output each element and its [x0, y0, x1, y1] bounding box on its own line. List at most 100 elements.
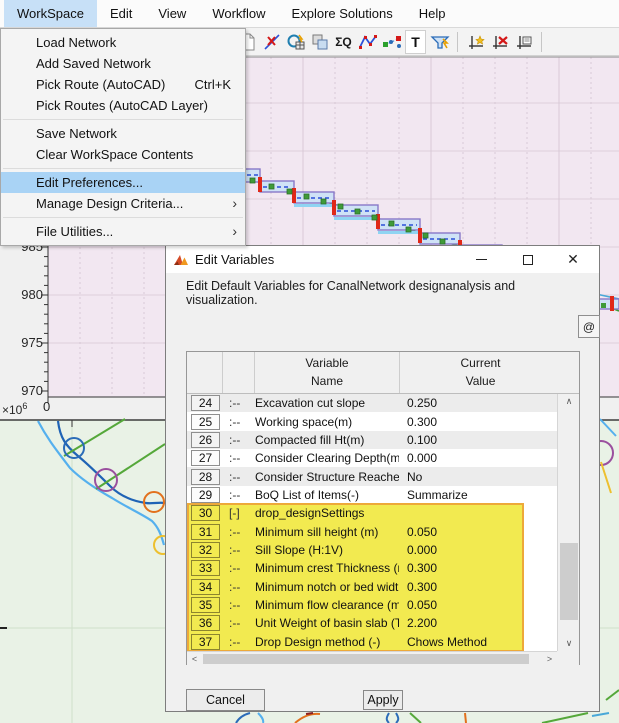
close-button[interactable]: ✕ — [556, 246, 590, 273]
header-variable-name[interactable]: Variable Name — [254, 352, 399, 393]
horizontal-scrollbar[interactable]: < > — [187, 651, 557, 665]
current-value-cell[interactable]: 2.200 — [399, 616, 557, 630]
current-value-cell[interactable]: 0.000 — [399, 451, 557, 465]
vertical-scroll-thumb[interactable] — [560, 543, 578, 621]
variable-name-cell[interactable]: Consider Structure Reaches... — [254, 470, 399, 484]
table-row-33[interactable]: 33:-- Minimum crest Thickness (m) 0.300 — [187, 559, 557, 578]
table-row-34[interactable]: 34:-- Minimum notch or bed width ...0.300 — [187, 577, 557, 596]
row-number-cell[interactable]: 36 — [191, 615, 220, 632]
table-row-31[interactable]: 31:-- Minimum sill height (m) 0.050 — [187, 522, 557, 541]
menu-item-manage-design-criteria[interactable]: Manage Design Criteria... › — [1, 193, 245, 214]
table-row-32[interactable]: 32:-- Sill Slope (H:1V) 0.000 — [187, 540, 557, 560]
menu-edit[interactable]: Edit — [97, 0, 145, 27]
variable-name-cell[interactable]: Minimum crest Thickness (m) — [254, 561, 399, 575]
scroll-up-icon[interactable]: ∧ — [558, 394, 580, 409]
table-row-30[interactable]: 30 [-] drop_designSettings — [187, 504, 557, 523]
node-network-icon[interactable] — [381, 30, 402, 54]
row-number-cell[interactable]: 32 — [191, 542, 220, 559]
row-type-cell: :-- — [229, 414, 241, 429]
table-row-36[interactable]: 36:-- Unit Weight of basin slab (To...2.2… — [187, 614, 557, 633]
delete-axes-icon[interactable] — [489, 30, 510, 54]
menu-help[interactable]: Help — [406, 0, 459, 27]
current-value-cell[interactable]: Chows Method — [399, 635, 557, 649]
table-row-35[interactable]: 35:-- Minimum flow clearance (m) 0.050 — [187, 595, 557, 615]
variable-name-cell[interactable]: Minimum flow clearance (m) — [254, 598, 399, 612]
variable-name-cell[interactable]: drop_designSettings — [254, 506, 399, 520]
header-current-value[interactable]: Current Value — [399, 352, 561, 393]
row-number-cell[interactable]: 35 — [191, 597, 220, 614]
text-annotation-icon[interactable]: T — [405, 29, 426, 54]
scroll-right-icon[interactable]: > — [542, 652, 557, 666]
current-value-cell[interactable]: 0.300 — [399, 415, 557, 429]
add-axes-icon[interactable] — [465, 30, 486, 54]
axes-report-icon[interactable] — [513, 30, 534, 54]
row-number-cell[interactable]: 31 — [191, 523, 220, 540]
pick-route-icon[interactable] — [261, 30, 282, 54]
apply-button[interactable]: Apply — [363, 690, 403, 710]
row-number-cell[interactable]: 33 — [191, 560, 220, 577]
scroll-down-icon[interactable]: ∨ — [558, 636, 580, 651]
current-value-cell[interactable]: 0.300 — [399, 561, 557, 575]
row-number-cell[interactable]: 37 — [191, 633, 220, 650]
current-value-cell[interactable]: 0.300 — [399, 580, 557, 594]
current-value-cell[interactable]: No — [399, 470, 557, 484]
variable-name-cell[interactable]: Unit Weight of basin slab (To... — [254, 616, 399, 630]
dialog-titlebar[interactable]: Edit Variables ✕ — [166, 246, 599, 273]
menu-item-pick-route-autocad[interactable]: Pick Route (AutoCAD) Ctrl+K — [1, 74, 245, 95]
at-button[interactable]: @ — [578, 315, 600, 338]
row-number-cell[interactable]: 34 — [191, 578, 220, 595]
menu-item-pick-routes-autocad-layer[interactable]: Pick Routes (AutoCAD Layer) — [1, 95, 245, 116]
row-number-cell[interactable]: 29 — [191, 486, 220, 503]
current-value-cell[interactable]: 0.050 — [399, 525, 557, 539]
minimize-button[interactable] — [464, 246, 498, 273]
variable-name-cell[interactable]: Minimum sill height (m) — [254, 525, 399, 539]
sum-q-icon[interactable]: ΣQ — [333, 30, 354, 54]
menu-explore-solutions[interactable]: Explore Solutions — [279, 0, 406, 27]
menu-workspace[interactable]: WorkSpace — [4, 0, 97, 27]
table-row-27[interactable]: 27:-- Consider Clearing Depth(m): 0.000 — [187, 449, 557, 468]
table-row-25[interactable]: 25 :-- Working space(m) 0.300 — [187, 412, 557, 431]
current-value-cell[interactable]: 0.000 — [399, 543, 557, 557]
cancel-button[interactable]: Cancel — [186, 689, 265, 711]
menu-item-edit-preferences[interactable]: Edit Preferences... — [1, 172, 245, 193]
menu-item-save-network[interactable]: Save Network — [1, 123, 245, 144]
current-value-cell[interactable]: 0.250 — [399, 396, 557, 410]
table-row-37[interactable]: 37:-- Drop Design method (-) Chows Method — [187, 632, 557, 651]
row-number-cell[interactable]: 24 — [191, 395, 220, 412]
variable-name-cell[interactable]: Compacted fill Ht(m) — [254, 433, 399, 447]
variable-name-cell[interactable]: Working space(m) — [254, 415, 399, 429]
layers-icon[interactable] — [309, 30, 330, 54]
menu-separator — [3, 217, 243, 218]
table-row-28[interactable]: 28:-- Consider Structure Reaches...No — [187, 467, 557, 486]
table-row-24[interactable]: 24:-- Excavation cut slope 0.250 — [187, 394, 557, 413]
design-table-icon[interactable] — [285, 30, 306, 54]
variable-name-cell[interactable]: Excavation cut slope — [254, 396, 399, 410]
current-value-cell[interactable]: 0.100 — [399, 433, 557, 447]
menu-workflow[interactable]: Workflow — [199, 0, 278, 27]
flume-structure-icon[interactable] — [429, 30, 450, 54]
row-number-cell[interactable]: 26 — [191, 431, 220, 448]
menu-item-clear-workspace-contents[interactable]: Clear WorkSpace Contents — [1, 144, 245, 165]
profile-polyline-icon[interactable] — [357, 30, 378, 54]
scroll-left-icon[interactable]: < — [187, 652, 202, 666]
row-number-cell[interactable]: 28 — [191, 468, 220, 485]
variable-name-cell[interactable]: Drop Design method (-) — [254, 635, 399, 649]
menu-view[interactable]: View — [145, 0, 199, 27]
current-value-cell[interactable]: 0.050 — [399, 598, 557, 612]
variable-name-cell[interactable]: BoQ List of Items(-) — [254, 488, 399, 502]
variable-name-cell[interactable]: Sill Slope (H:1V) — [254, 543, 399, 557]
menu-item-load-network[interactable]: Load Network — [1, 32, 245, 53]
current-value-cell[interactable]: Summarize — [399, 488, 557, 502]
row-number-cell[interactable]: 25 — [191, 413, 220, 430]
row-number-cell[interactable]: 30 — [191, 505, 220, 522]
variable-name-cell[interactable]: Consider Clearing Depth(m): — [254, 451, 399, 465]
variable-name-cell[interactable]: Minimum notch or bed width ... — [254, 580, 399, 594]
horizontal-scroll-thumb[interactable] — [203, 654, 529, 664]
menu-item-file-utilities[interactable]: File Utilities... › — [1, 221, 245, 242]
vertical-scrollbar[interactable]: ∧ ∨ — [557, 394, 579, 651]
table-row-29[interactable]: 29:-- BoQ List of Items(-) Summarize — [187, 485, 557, 505]
table-row-26[interactable]: 26:-- Compacted fill Ht(m) 0.100 — [187, 430, 557, 450]
maximize-button[interactable] — [511, 246, 545, 273]
row-number-cell[interactable]: 27 — [191, 450, 220, 467]
menu-item-add-saved-network[interactable]: Add Saved Network — [1, 53, 245, 74]
